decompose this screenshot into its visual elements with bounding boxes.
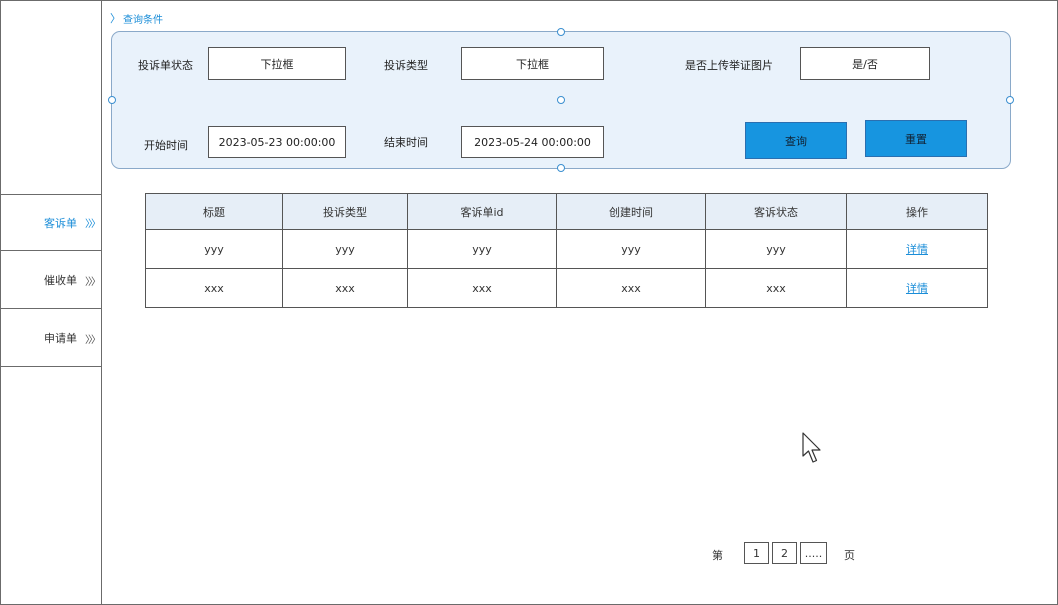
- end-time-input[interactable]: 2023-05-24 00:00:00: [461, 126, 604, 158]
- page-button[interactable]: 1: [744, 542, 769, 564]
- cell-type: xxx: [282, 268, 408, 308]
- sidebar: 客诉单 〉〉〉 催收单 〉〉〉 申请单 〉〉〉: [0, 0, 102, 605]
- cell-actions: 详情: [846, 229, 988, 269]
- details-link[interactable]: 详情: [906, 282, 928, 295]
- sidebar-item-complaint[interactable]: 客诉单 〉〉〉: [0, 194, 101, 251]
- start-time-input[interactable]: 2023-05-23 00:00:00: [208, 126, 346, 158]
- cell-type: yyy: [282, 229, 408, 269]
- reset-button[interactable]: 重置: [865, 120, 967, 157]
- resize-handle-icon: [557, 164, 565, 172]
- details-link[interactable]: 详情: [906, 243, 928, 256]
- chevron-right-icon: 〉〉〉: [85, 276, 101, 288]
- cell-status: yyy: [705, 229, 847, 269]
- chevron-right-icon: 〉〉〉: [85, 334, 101, 346]
- column-header-type[interactable]: 投诉类型: [282, 193, 408, 230]
- sidebar-item-label: 客诉单: [44, 216, 77, 230]
- resize-handle-icon: [108, 96, 116, 104]
- cell-id: yyy: [407, 229, 557, 269]
- mouse-cursor-icon: [802, 432, 821, 463]
- type-dropdown[interactable]: 下拉框: [461, 47, 604, 80]
- search-button[interactable]: 查询: [745, 122, 847, 159]
- cell-id: xxx: [407, 268, 557, 308]
- cell-title: yyy: [145, 229, 283, 269]
- table-row[interactable]: xxx xxx xxx xxx xxx 详情: [145, 268, 988, 308]
- column-header-created[interactable]: 创建时间: [556, 193, 706, 230]
- upload-evidence-select[interactable]: 是/否: [800, 47, 930, 80]
- column-header-actions: 操作: [846, 193, 988, 230]
- start-time-label: 开始时间: [144, 139, 188, 152]
- table-header-row: 标题 投诉类型 客诉单id 创建时间 客诉状态 操作: [145, 193, 988, 230]
- sidebar-item-label: 催收单: [44, 274, 77, 287]
- page-ellipsis[interactable]: .....: [800, 542, 827, 564]
- chevron-right-icon: 〉〉〉: [85, 219, 101, 230]
- resize-handle-icon: [557, 28, 565, 36]
- query-section-header[interactable]: 〉 查询条件: [110, 10, 163, 26]
- cell-status: xxx: [705, 268, 847, 308]
- sidebar-item-label: 申请单: [44, 332, 77, 345]
- cell-created: xxx: [556, 268, 706, 308]
- page-button[interactable]: 2: [772, 542, 797, 564]
- end-time-label: 结束时间: [384, 136, 428, 149]
- cell-created: yyy: [556, 229, 706, 269]
- complaint-table: 标题 投诉类型 客诉单id 创建时间 客诉状态 操作 yyy yyy yyy y…: [145, 193, 988, 308]
- sidebar-item-collection[interactable]: 催收单 〉〉〉: [0, 252, 101, 309]
- cell-title: xxx: [145, 268, 283, 308]
- query-panel: 投诉单状态 下拉框 投诉类型 下拉框 是否上传举证图片 是/否 开始时间 202…: [108, 28, 1014, 172]
- column-header-status[interactable]: 客诉状态: [705, 193, 847, 230]
- status-dropdown[interactable]: 下拉框: [208, 47, 346, 80]
- table-row[interactable]: yyy yyy yyy yyy yyy 详情: [145, 229, 988, 269]
- resize-handle-icon: [1006, 96, 1014, 104]
- column-header-title[interactable]: 标题: [145, 193, 283, 230]
- sidebar-item-application[interactable]: 申请单 〉〉〉: [0, 310, 101, 367]
- resize-handle-icon: [557, 96, 565, 104]
- column-header-id[interactable]: 客诉单id: [407, 193, 557, 230]
- query-section-title: 查询条件: [123, 14, 163, 26]
- chevron-right-icon: 〉: [110, 12, 121, 25]
- status-label: 投诉单状态: [138, 59, 193, 72]
- pagination-suffix: 页: [844, 549, 855, 562]
- cell-actions: 详情: [846, 268, 988, 308]
- pagination-prefix: 第: [712, 549, 723, 562]
- type-label: 投诉类型: [384, 59, 428, 72]
- upload-evidence-label: 是否上传举证图片: [685, 59, 773, 72]
